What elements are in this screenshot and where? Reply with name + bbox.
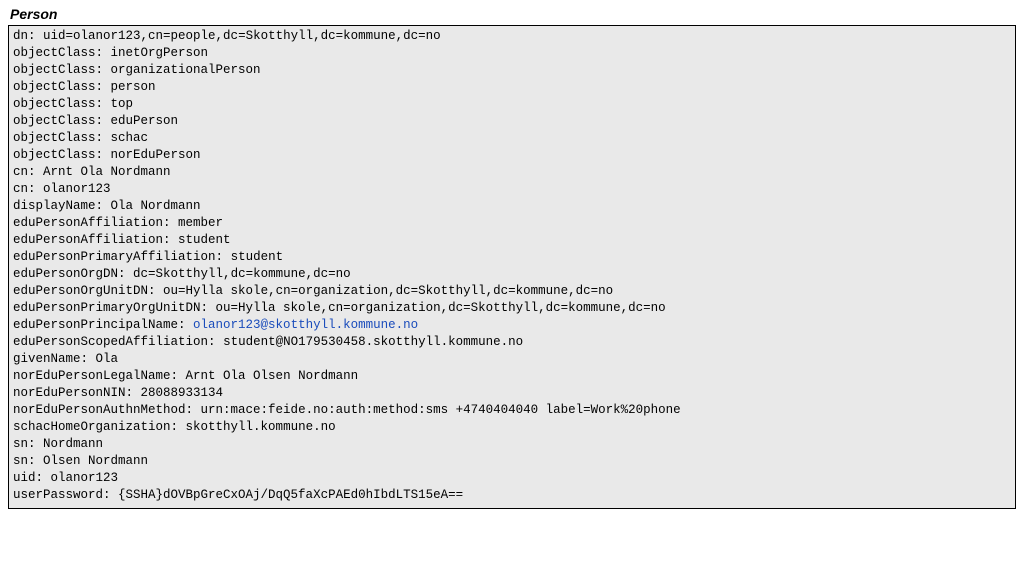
ldif-line: dn: uid=olanor123,cn=people,dc=Skotthyll… (13, 28, 1011, 45)
ldif-line: cn: Arnt Ola Nordmann (13, 164, 1011, 181)
ldif-line: objectClass: organizationalPerson (13, 62, 1011, 79)
ldif-key: eduPersonAffiliation (13, 233, 163, 247)
ldif-key: objectClass (13, 148, 96, 162)
ldif-value: skotthyll.kommune.no (186, 420, 336, 434)
ldif-key: norEduPersonNIN (13, 386, 126, 400)
ldif-line: schacHomeOrganization: skotthyll.kommune… (13, 419, 1011, 436)
ldif-key: eduPersonScopedAffiliation (13, 335, 208, 349)
ldif-key: uid (13, 471, 36, 485)
ldif-value: ou=Hylla skole,cn=organization,dc=Skotth… (216, 301, 666, 315)
ldif-line: eduPersonOrgDN: dc=Skotthyll,dc=kommune,… (13, 266, 1011, 283)
ldif-entry-box: dn: uid=olanor123,cn=people,dc=Skotthyll… (8, 25, 1016, 509)
ldif-key: eduPersonPrincipalName (13, 318, 178, 332)
ldif-line: norEduPersonNIN: 28088933134 (13, 385, 1011, 402)
ldif-line: eduPersonOrgUnitDN: ou=Hylla skole,cn=or… (13, 283, 1011, 300)
ldif-value: 28088933134 (141, 386, 224, 400)
ldif-value: norEduPerson (111, 148, 201, 162)
ldif-value: {SSHA}dOVBpGreCxOAj/DqQ5faXcPAEd0hIbdLTS… (118, 488, 463, 502)
ldif-line: objectClass: top (13, 96, 1011, 113)
ldif-line: cn: olanor123 (13, 181, 1011, 198)
ldif-key: objectClass (13, 97, 96, 111)
ldif-line: objectClass: norEduPerson (13, 147, 1011, 164)
ldif-value: ou=Hylla skole,cn=organization,dc=Skotth… (163, 284, 613, 298)
ldif-value: Arnt Ola Nordmann (43, 165, 171, 179)
ldif-value: Ola (96, 352, 119, 366)
ldif-line: eduPersonPrincipalName: olanor123@skotth… (13, 317, 1011, 334)
ldif-value-link[interactable]: olanor123@skotthyll.kommune.no (193, 318, 418, 332)
ldif-key: eduPersonOrgDN (13, 267, 118, 281)
ldif-value: person (111, 80, 156, 94)
ldif-value: student@NO179530458.skotthyll.kommune.no (223, 335, 523, 349)
ldif-value: uid=olanor123,cn=people,dc=Skotthyll,dc=… (43, 29, 441, 43)
ldif-line: uid: olanor123 (13, 470, 1011, 487)
ldif-key: objectClass (13, 131, 96, 145)
ldif-line: eduPersonPrimaryOrgUnitDN: ou=Hylla skol… (13, 300, 1011, 317)
ldif-line: objectClass: inetOrgPerson (13, 45, 1011, 62)
ldif-value: inetOrgPerson (111, 46, 209, 60)
ldif-line: eduPersonPrimaryAffiliation: student (13, 249, 1011, 266)
ldif-line: eduPersonAffiliation: student (13, 232, 1011, 249)
ldif-value: Nordmann (43, 437, 103, 451)
ldif-line: norEduPersonAuthnMethod: urn:mace:feide.… (13, 402, 1011, 419)
ldif-line: eduPersonScopedAffiliation: student@NO17… (13, 334, 1011, 351)
ldif-key: cn (13, 182, 28, 196)
ldif-line: objectClass: schac (13, 130, 1011, 147)
ldif-line: eduPersonAffiliation: member (13, 215, 1011, 232)
ldif-key: objectClass (13, 63, 96, 77)
ldif-value: student (178, 233, 231, 247)
ldif-value: Olsen Nordmann (43, 454, 148, 468)
ldif-line: userPassword: {SSHA}dOVBpGreCxOAj/DqQ5fa… (13, 487, 1011, 504)
ldif-key: sn (13, 437, 28, 451)
ldif-line: sn: Nordmann (13, 436, 1011, 453)
ldif-key: cn (13, 165, 28, 179)
ldif-line: displayName: Ola Nordmann (13, 198, 1011, 215)
ldif-value: olanor123 (43, 182, 111, 196)
ldif-key: norEduPersonLegalName (13, 369, 171, 383)
ldif-line: objectClass: eduPerson (13, 113, 1011, 130)
ldif-key: eduPersonPrimaryAffiliation (13, 250, 216, 264)
ldif-key: objectClass (13, 80, 96, 94)
ldif-value: urn:mace:feide.no:auth:method:sms +47404… (201, 403, 681, 417)
ldif-key: schacHomeOrganization (13, 420, 171, 434)
ldif-value: schac (111, 131, 149, 145)
ldif-value: eduPerson (111, 114, 179, 128)
ldif-key: givenName (13, 352, 81, 366)
ldif-line: sn: Olsen Nordmann (13, 453, 1011, 470)
ldif-key: norEduPersonAuthnMethod (13, 403, 186, 417)
ldif-key: displayName (13, 199, 96, 213)
ldif-value: Ola Nordmann (111, 199, 201, 213)
ldif-value: dc=Skotthyll,dc=kommune,dc=no (133, 267, 351, 281)
ldif-line: givenName: Ola (13, 351, 1011, 368)
ldif-value: olanor123 (51, 471, 119, 485)
ldif-key: sn (13, 454, 28, 468)
ldif-line: objectClass: person (13, 79, 1011, 96)
ldif-value: organizationalPerson (111, 63, 261, 77)
ldif-value: Arnt Ola Olsen Nordmann (186, 369, 359, 383)
ldif-key: eduPersonAffiliation (13, 216, 163, 230)
ldif-key: userPassword (13, 488, 103, 502)
ldif-key: objectClass (13, 46, 96, 60)
ldif-key: dn (13, 29, 28, 43)
ldif-key: objectClass (13, 114, 96, 128)
ldif-key: eduPersonOrgUnitDN (13, 284, 148, 298)
section-heading: Person (10, 6, 1016, 22)
ldif-key: eduPersonPrimaryOrgUnitDN (13, 301, 201, 315)
ldif-value: student (231, 250, 284, 264)
ldif-value: top (111, 97, 134, 111)
ldif-line: norEduPersonLegalName: Arnt Ola Olsen No… (13, 368, 1011, 385)
ldif-value: member (178, 216, 223, 230)
